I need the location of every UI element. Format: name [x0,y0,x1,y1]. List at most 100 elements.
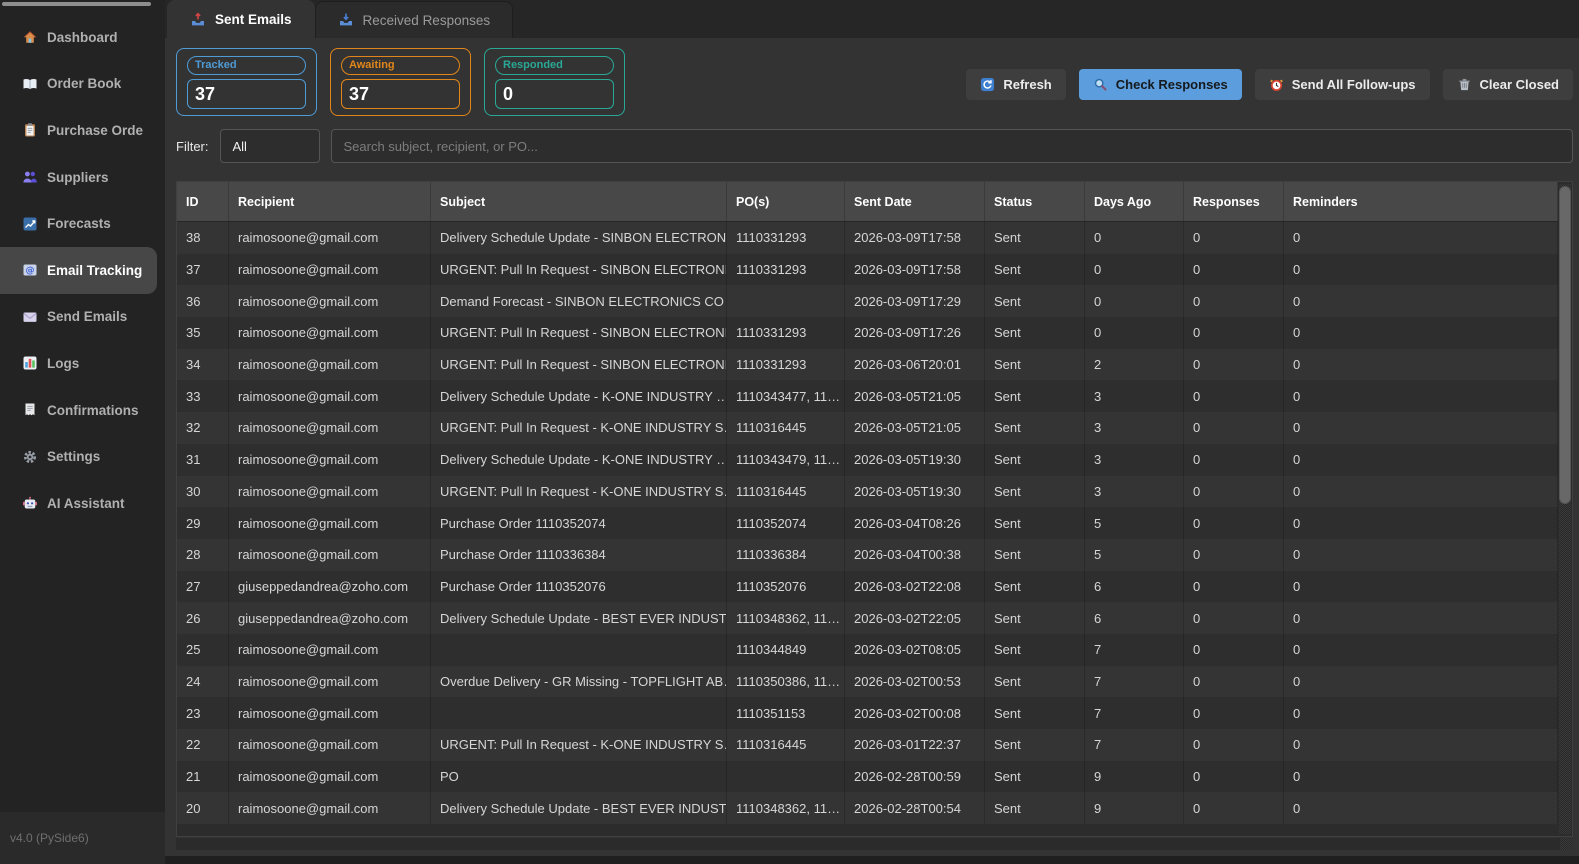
stats-and-actions-row: Tracked 37 Awaiting 37 Responded 0 Refresh Che… [176,48,1573,116]
table-row[interactable]: 21 raimosoone@gmail.com PO 2026-02-28T00:59… [177,760,1558,793]
clear-closed-button[interactable]: Clear Closed [1442,69,1573,100]
search-input[interactable] [330,129,1573,163]
cell-recipient: raimosoone@gmail.com [229,697,431,729]
cell-responses: 0 [1184,253,1284,286]
tab-sent-emails[interactable]: Sent Emails [167,0,315,38]
table-row[interactable]: 23 raimosoone@gmail.com 1110351153 2026-03-… [177,697,1558,729]
col-header-recipient[interactable]: Recipient [229,182,431,221]
cell-subject: Purchase Order 1110352076 [431,570,727,603]
sidebar-item-suppliers[interactable]: Suppliers [0,154,165,201]
table-row[interactable]: 38 raimosoone@gmail.com Delivery Schedule … [177,222,1558,254]
cell-sent-date: 2026-03-04T08:26 [845,507,985,539]
col-header-status[interactable]: Status [985,182,1085,221]
cell-recipient: raimosoone@gmail.com [229,317,431,349]
outbox-icon [190,12,206,28]
sidebar-item-ai-assistant[interactable]: AI Assistant [0,480,165,527]
cell-reminders: 0 [1284,380,1558,413]
table-row[interactable]: 36 raimosoone@gmail.com Demand Forecast - … [177,285,1558,318]
cell-sent-date: 2026-02-28T00:54 [845,792,985,825]
col-header-days-ago[interactable]: Days Ago [1085,182,1184,221]
cell-status: Sent [985,222,1085,254]
sidebar-item-forecasts[interactable]: Forecasts [0,200,165,247]
confirmations-icon [22,402,38,418]
sidebar-item-email-tracking[interactable]: @ Email Tracking [0,246,157,294]
cell-days-ago: 3 [1085,412,1184,444]
table-row[interactable]: 24 raimosoone@gmail.com Overdue Delivery -… [177,665,1558,698]
filter-dropdown-value: All [232,138,247,154]
sidebar-item-purchase-orde[interactable]: Purchase Orde [0,107,165,154]
sidebar-item-confirmations[interactable]: Confirmations [0,387,165,434]
cell-recipient: raimosoone@gmail.com [229,633,431,666]
cell-status: Sent [985,633,1085,666]
window-bottom-strip [165,856,1579,864]
sidebar-item-order-book[interactable]: Order Book [0,61,165,108]
cell-pos: 1110316445 [727,729,845,761]
cell-subject: Delivery Schedule Update - SINBON ELECTR… [431,222,727,254]
app-window: Dashboard Order Book Purchase Orde Supplier… [0,0,1579,864]
cell-days-ago: 2 [1085,348,1184,381]
refresh-button[interactable]: Refresh [966,69,1066,100]
cell-sent-date: 2026-03-02T22:08 [845,570,985,603]
refresh-icon [980,77,995,92]
cell-recipient: raimosoone@gmail.com [229,475,431,508]
cell-subject: Delivery Schedule Update - K-ONE INDUSTR… [431,443,727,476]
cell-subject: Delivery Schedule Update - K-ONE INDUSTR… [431,380,727,413]
alarm-icon [1269,77,1284,92]
col-header-responses[interactable]: Responses [1184,182,1284,221]
table-row[interactable]: 29 raimosoone@gmail.com Purchase Order 111… [177,507,1558,539]
col-header-pos[interactable]: PO(s) [727,182,845,221]
sidebar-item-dashboard[interactable]: Dashboard [0,14,165,61]
tab-received-responses[interactable]: Received Responses [314,1,514,38]
stats-group: Tracked 37 Awaiting 37 Responded 0 [176,48,625,116]
vertical-scrollbar-thumb[interactable] [1559,186,1571,504]
table-row[interactable]: 31 raimosoone@gmail.com Delivery Schedule … [177,443,1558,476]
table-row[interactable]: 26 giuseppedandrea@zoho.com Delivery Sched… [177,602,1558,634]
table-row[interactable]: 28 raimosoone@gmail.com Purchase Order 111… [177,538,1558,571]
cell-id: 21 [177,760,229,793]
cell-responses: 0 [1184,348,1284,381]
col-header-subject[interactable]: Subject [431,182,727,221]
table-row[interactable]: 30 raimosoone@gmail.com URGENT: Pull In Re… [177,475,1558,508]
table-row[interactable]: 22 raimosoone@gmail.com URGENT: Pull In Re… [177,729,1558,761]
col-header-id[interactable]: ID [177,182,229,221]
cell-status: Sent [985,602,1085,634]
cell-subject: URGENT: Pull In Request - SINBON ELECTRO… [431,348,727,381]
table-row[interactable]: 25 raimosoone@gmail.com 1110344849 2026-03-… [177,633,1558,666]
col-header-reminders[interactable]: Reminders [1284,182,1558,221]
email-tracking-pane: Tracked 37 Awaiting 37 Responded 0 Refresh Che… [165,38,1579,856]
cell-subject: Purchase Order 1110336384 [431,538,727,571]
cell-days-ago: 6 [1085,602,1184,634]
cell-responses: 0 [1184,507,1284,539]
cell-id: 33 [177,380,229,413]
table-row[interactable]: 35 raimosoone@gmail.com URGENT: Pull In Re… [177,317,1558,349]
cell-status: Sent [985,412,1085,444]
table-row[interactable]: 20 raimosoone@gmail.com Delivery Schedule … [177,792,1558,825]
filter-dropdown[interactable]: All [219,129,320,163]
sidebar-item-send-emails[interactable]: Send Emails [0,294,165,341]
cell-id: 27 [177,570,229,603]
sidebar-item-logs[interactable]: Logs [0,340,165,387]
vertical-scrollbar[interactable] [1559,184,1571,834]
cell-pos: 1110336384 [727,538,845,571]
sidebar-item-label: Email Tracking [47,262,143,278]
table-row[interactable]: 32 raimosoone@gmail.com URGENT: Pull In Re… [177,412,1558,444]
table-row[interactable]: 27 giuseppedandrea@zoho.com Purchase Order… [177,570,1558,603]
table-row[interactable]: 33 raimosoone@gmail.com Delivery Schedule … [177,380,1558,413]
col-header-sent-date[interactable]: Sent Date [845,182,985,221]
horizontal-scrollbar[interactable] [176,838,1573,850]
cell-days-ago: 3 [1085,475,1184,508]
cell-status: Sent [985,253,1085,286]
cell-subject: Delivery Schedule Update - BEST EVER IND… [431,602,727,634]
cell-subject: URGENT: Pull In Request - K-ONE INDUSTRY… [431,729,727,761]
cell-pos: 1110348362, 11… [727,792,845,825]
check-responses-button[interactable]: Check Responses [1078,69,1242,100]
version-label: v4.0 (PySide6) [10,831,89,845]
table-row[interactable]: 37 raimosoone@gmail.com URGENT: Pull In Re… [177,253,1558,286]
stat-box-value: 37 [341,79,460,109]
send-all-follow-ups-button[interactable]: Send All Follow-ups [1254,69,1430,100]
email-tracking-icon: @ [22,262,38,278]
cell-reminders: 0 [1284,729,1558,761]
cell-pos: 1110331293 [727,253,845,286]
sidebar-item-settings[interactable]: Settings [0,433,165,480]
table-row[interactable]: 34 raimosoone@gmail.com URGENT: Pull In Re… [177,348,1558,381]
